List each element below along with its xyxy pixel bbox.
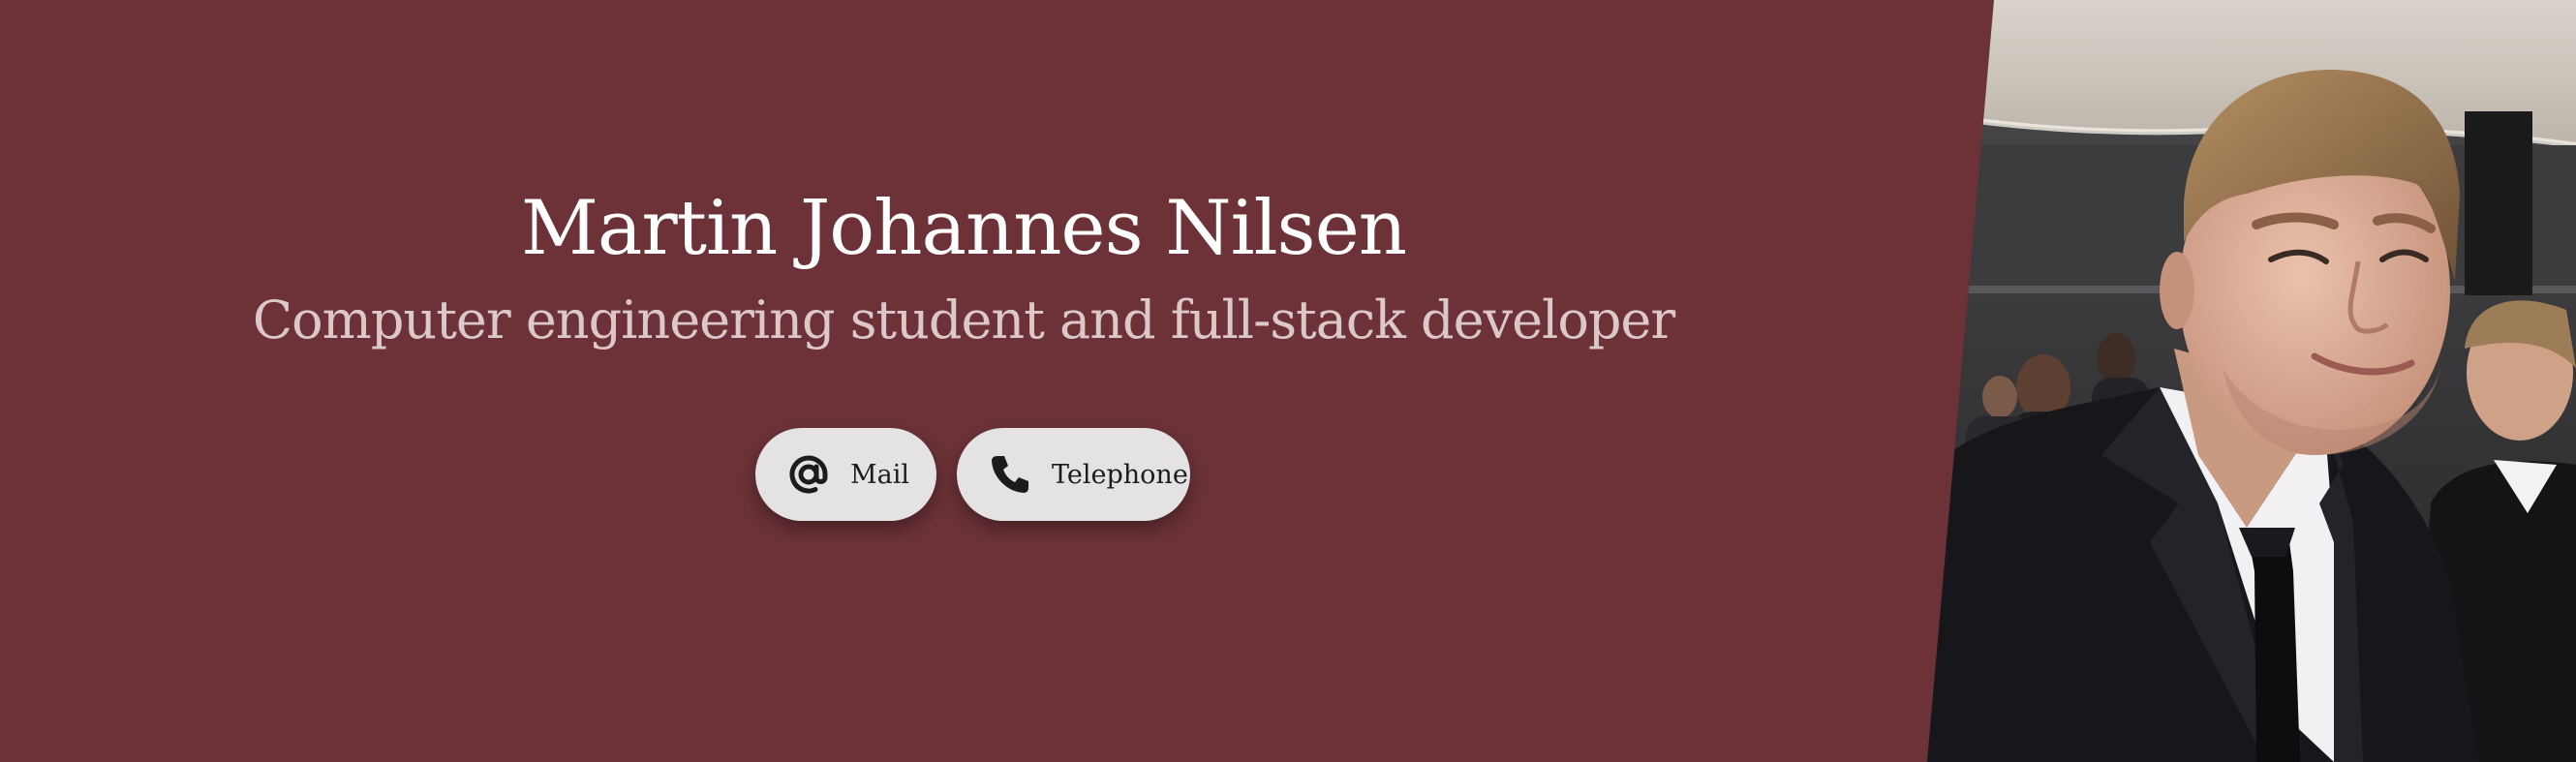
mail-button[interactable]: Mail [755, 428, 936, 521]
hero-section: Martin Johannes Nilsen Computer engineer… [0, 0, 2576, 762]
contact-buttons: Mail Telephone [755, 428, 1190, 521]
phone-icon [988, 452, 1032, 497]
intro: Martin Johannes Nilsen Computer engineer… [0, 0, 1927, 762]
at-icon [786, 452, 831, 497]
profile-name: Martin Johannes Nilsen [521, 185, 1407, 272]
telephone-label: Telephone [1052, 459, 1188, 490]
profile-photo [1927, 0, 2576, 762]
telephone-button[interactable]: Telephone [957, 428, 1190, 521]
mail-label: Mail [850, 459, 910, 490]
profile-tagline: Computer engineering student and full-st… [252, 290, 1675, 351]
